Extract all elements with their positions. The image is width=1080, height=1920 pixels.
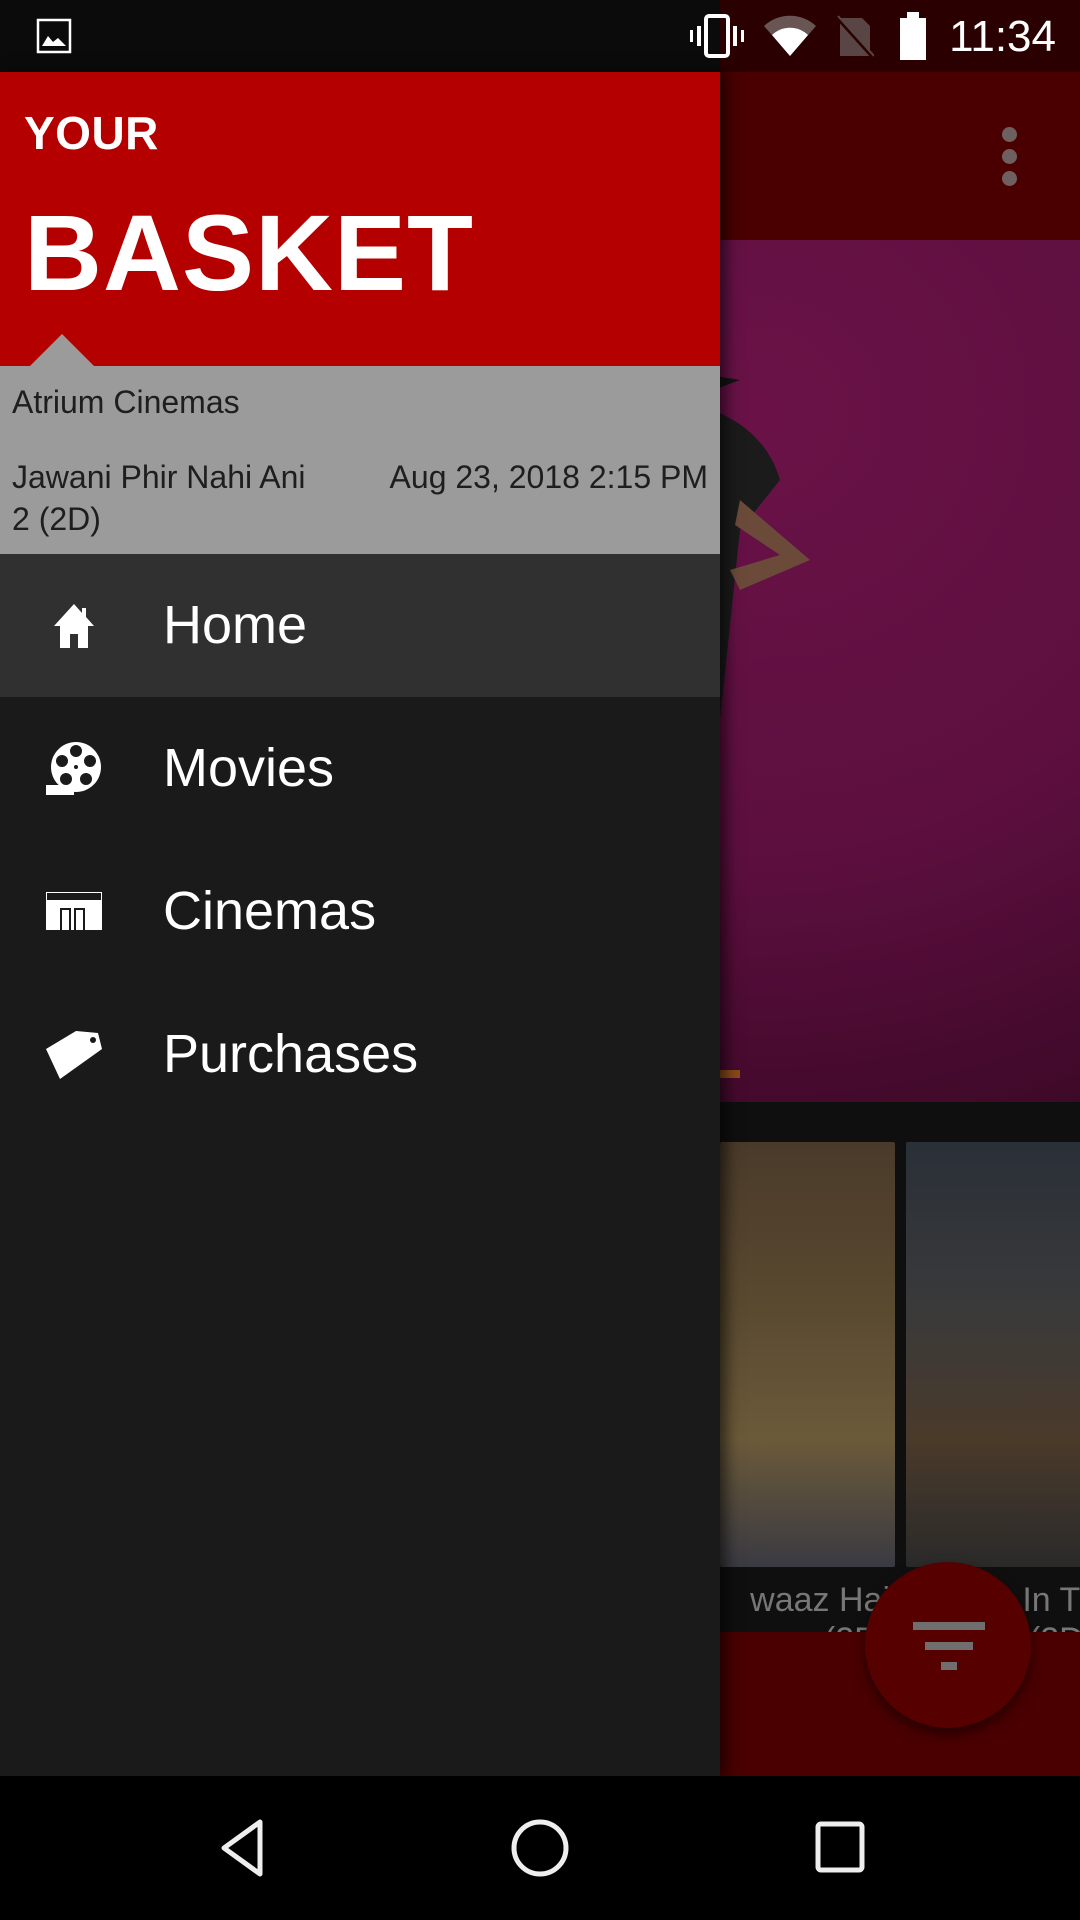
basket-cinema: Atrium Cinemas xyxy=(12,384,240,420)
clock: 11:34 xyxy=(949,12,1056,61)
no-sim-icon xyxy=(834,14,874,58)
basket-summary[interactable]: Atrium Cinemas Jawani Phir Nahi Ani 2 (2… xyxy=(0,366,720,554)
recents-icon[interactable] xyxy=(804,1812,876,1884)
status-bar: 11:34 xyxy=(0,0,1080,72)
menu-item-label: Purchases xyxy=(163,1024,419,1084)
movie-poster[interactable] xyxy=(720,1142,895,1567)
home-icon xyxy=(54,604,94,648)
menu-item-label: Movies xyxy=(163,738,335,798)
image-notification-icon xyxy=(36,18,72,54)
header-subtitle: YOUR xyxy=(24,107,159,159)
tag-icon xyxy=(46,1031,102,1079)
menu-item-movies[interactable]: Movies xyxy=(0,697,720,840)
header-title: BASKET xyxy=(24,192,475,313)
menu-item-purchases[interactable]: Purchases xyxy=(0,983,720,1126)
cinema-building-icon xyxy=(46,892,102,930)
system-navigation-bar xyxy=(0,1776,1080,1920)
movie-poster[interactable] xyxy=(906,1142,1080,1567)
filter-button[interactable] xyxy=(865,1562,1031,1728)
home-circle-icon[interactable] xyxy=(504,1812,576,1884)
header-pointer xyxy=(30,334,94,366)
basket-datetime: Aug 23, 2018 2:15 PM xyxy=(389,459,708,495)
menu-item-cinemas[interactable]: Cinemas xyxy=(0,840,720,983)
navigation-drawer: YOUR BASKET Atrium Cinemas Jawani Phir N… xyxy=(0,72,720,1776)
film-reel-icon xyxy=(46,742,101,795)
filter-list-icon xyxy=(913,1622,985,1672)
menu-item-label: Cinemas xyxy=(163,881,377,941)
back-icon[interactable] xyxy=(206,1812,278,1884)
vibrate-icon xyxy=(690,14,744,58)
drawer-header: YOUR BASKET xyxy=(0,72,720,366)
battery-icon xyxy=(900,12,926,60)
menu-item-home[interactable]: Home xyxy=(0,554,720,697)
wifi-icon xyxy=(764,15,816,56)
more-vert-icon[interactable] xyxy=(995,127,1023,197)
menu-item-label: Home xyxy=(163,595,308,655)
basket-movie: Jawani Phir Nahi Ani 2 (2D) xyxy=(12,459,306,537)
movie-title-line: waaz Hai xyxy=(750,1581,890,1619)
